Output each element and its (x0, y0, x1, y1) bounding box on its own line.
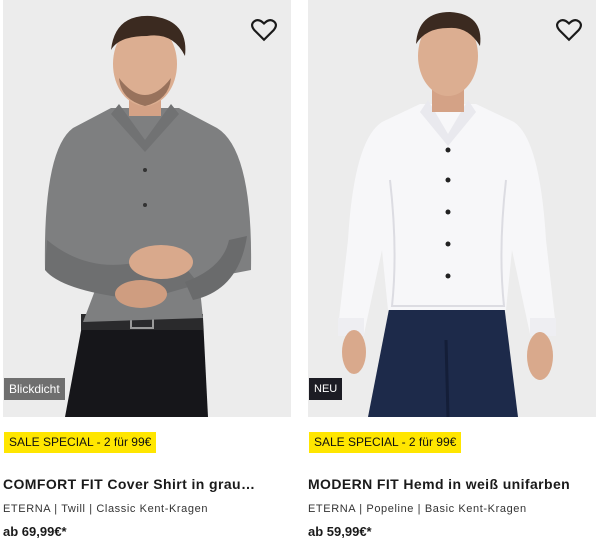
meta-separator: | (414, 503, 425, 515)
meta-separator: | (355, 503, 367, 515)
product-card[interactable]: Blickdicht SALE SPECIAL - 2 für 99€ COMF… (3, 0, 291, 539)
product-badge: NEU (309, 378, 343, 400)
product-meta: ETERNA | Popeline | Basic Kent-Kragen (308, 503, 527, 515)
product-price: ab 69,99€* (3, 524, 67, 539)
meta-separator: | (50, 503, 62, 515)
product-image[interactable]: Blickdicht (3, 0, 291, 417)
meta-separator: | (85, 503, 97, 515)
product-badge: Blickdicht (4, 378, 65, 400)
product-brand: ETERNA (3, 503, 51, 515)
product-price: ab 59,99€* (308, 524, 372, 539)
product-fabric: Twill (61, 503, 86, 515)
promo-label[interactable]: SALE SPECIAL - 2 für 99€ (309, 432, 462, 453)
product-title[interactable]: MODERN FIT Hemd in weiß unifarben (308, 476, 598, 492)
favorite-heart-icon[interactable] (251, 18, 277, 42)
product-card[interactable]: NEU SALE SPECIAL - 2 für 99€ MODERN FIT … (308, 0, 596, 539)
product-image[interactable]: NEU (308, 0, 596, 417)
product-collar: Basic Kent-Kragen (424, 503, 527, 515)
product-meta: ETERNA | Twill | Classic Kent-Kragen (3, 503, 208, 515)
product-photo-white-shirt (338, 12, 556, 417)
product-fabric: Popeline (366, 503, 415, 515)
favorite-heart-icon[interactable] (556, 18, 582, 42)
product-title[interactable]: COMFORT FIT Cover Shirt in grau… (3, 476, 293, 492)
promo-label[interactable]: SALE SPECIAL - 2 für 99€ (4, 432, 157, 453)
product-collar: Classic Kent-Kragen (96, 503, 209, 515)
product-brand: ETERNA (308, 503, 356, 515)
product-photo-gray-shirt (44, 15, 252, 417)
